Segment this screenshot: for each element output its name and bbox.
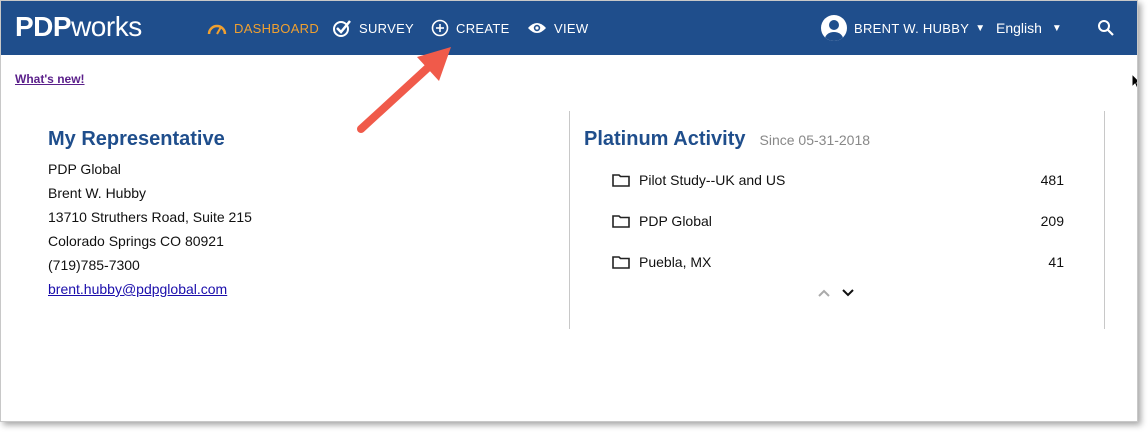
folder-icon	[612, 214, 630, 228]
activity-item-count: 41	[1048, 253, 1064, 270]
nav-survey-label: SURVEY	[359, 20, 415, 36]
top-nav-bar: PDPworks DASHBOARD SURVEY CREATE VIEW BR…	[1, 1, 1137, 55]
nav-dashboard-label: DASHBOARD	[234, 20, 320, 36]
activity-item[interactable]: Pilot Study--UK and US 481	[584, 159, 1074, 200]
scroll-down-button[interactable]	[841, 288, 855, 298]
annotation-arrow-icon	[357, 47, 451, 133]
panel-divider	[569, 111, 570, 329]
app-window: PDPworks DASHBOARD SURVEY CREATE VIEW BR…	[0, 0, 1138, 422]
activity-item[interactable]: Puebla, MX 41	[584, 241, 1074, 282]
activity-pager	[817, 288, 855, 298]
scroll-up-button[interactable]	[817, 288, 831, 298]
nav-view[interactable]: VIEW	[527, 1, 588, 55]
rep-email-link[interactable]: brent.hubby@pdpglobal.com	[48, 281, 227, 297]
logo-light-text: works	[71, 11, 142, 42]
activity-item-name: Pilot Study--UK and US	[639, 171, 786, 188]
representative-panel: My Representative PDP Global Brent W. Hu…	[48, 128, 548, 301]
activity-title: Platinum Activity	[584, 128, 746, 150]
activity-item-name: PDP Global	[639, 212, 712, 229]
activity-list: Pilot Study--UK and US 481 PDP Global 20…	[584, 159, 1074, 282]
caret-down-icon: ▼	[1051, 22, 1062, 34]
rep-city: Colorado Springs CO 80921	[48, 233, 224, 249]
activity-panel: Platinum Activity Since 05-31-2018 Pilot…	[584, 128, 1074, 282]
speedometer-icon	[207, 24, 227, 35]
chevron-down-icon	[842, 289, 854, 297]
folder-icon	[612, 173, 630, 187]
avatar	[821, 15, 847, 41]
chevron-up-icon	[818, 289, 830, 297]
activity-item-name: Puebla, MX	[639, 253, 712, 270]
eye-icon	[528, 23, 546, 33]
activity-item[interactable]: PDP Global 209	[584, 200, 1074, 241]
whats-new-link[interactable]: What's new!	[15, 72, 85, 86]
user-menu[interactable]: BRENT W. HUBBY ▼	[821, 1, 985, 55]
user-name: BRENT W. HUBBY	[854, 20, 970, 36]
plus-circle-icon	[431, 19, 449, 37]
search-icon	[1098, 20, 1114, 36]
caret-down-icon: ▼	[975, 22, 986, 34]
rep-name: Brent W. Hubby	[48, 185, 147, 201]
folder-icon	[612, 255, 630, 269]
rep-company: PDP Global	[48, 161, 121, 177]
logo-bold-text: PDP	[15, 11, 72, 42]
nav-create-label: CREATE	[456, 20, 510, 36]
language-label: English	[996, 20, 1042, 36]
mouse-cursor-icon	[1131, 73, 1137, 90]
nav-view-label: VIEW	[554, 20, 589, 36]
activity-item-count: 209	[1040, 212, 1064, 229]
checkbox-icon	[333, 20, 351, 37]
panel-divider-right	[1104, 111, 1105, 329]
activity-since: Since 05-31-2018	[759, 132, 871, 148]
pdpworks-logo[interactable]: PDPworks	[15, 11, 142, 43]
representative-title: My Representative	[48, 128, 225, 150]
activity-item-count: 481	[1040, 171, 1064, 188]
language-selector[interactable]: English ▼	[996, 1, 1062, 55]
rep-street: 13710 Struthers Road, Suite 215	[48, 209, 252, 225]
nav-dashboard[interactable]: DASHBOARD	[207, 1, 319, 55]
rep-phone: (719)785-7300	[48, 257, 140, 273]
search-button[interactable]	[1097, 1, 1122, 55]
